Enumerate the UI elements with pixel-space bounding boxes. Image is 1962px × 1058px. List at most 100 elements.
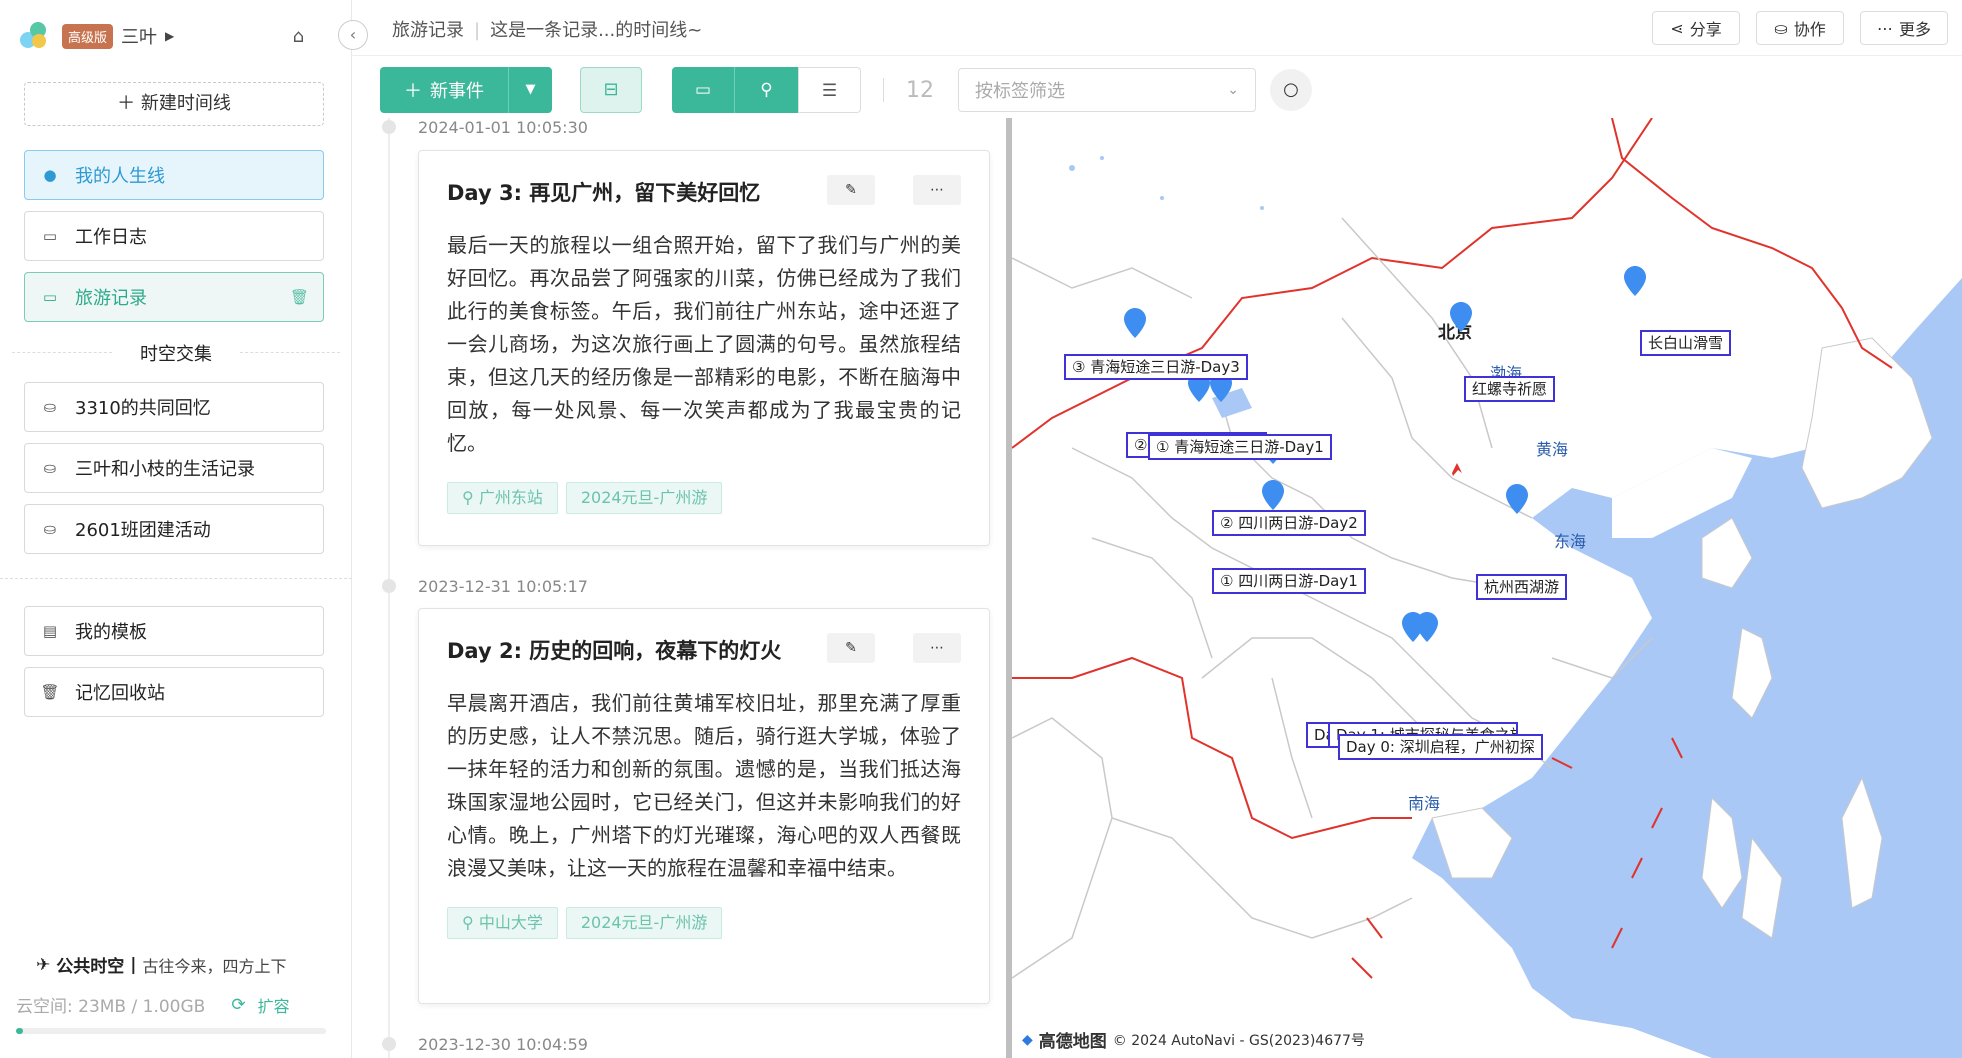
refresh-icon[interactable]: ⟳ bbox=[231, 995, 245, 1015]
group-icon: ⛀ bbox=[43, 398, 57, 416]
caret-right-icon[interactable]: ▶ bbox=[165, 29, 174, 43]
plus-icon: ＋ bbox=[404, 81, 422, 102]
map-marker-label[interactable]: ② 四川两日游-Day2 bbox=[1212, 510, 1366, 536]
plan-badge: 高级版 bbox=[62, 23, 114, 49]
sidebar-item-label: 旅游记录 bbox=[75, 288, 147, 309]
sidebar-item-label: 我的模板 bbox=[75, 622, 147, 643]
collab-button[interactable]: ⛀ 协作 bbox=[1756, 11, 1844, 45]
breadcrumb-root[interactable]: 旅游记录 bbox=[392, 20, 464, 41]
share-label: 分享 bbox=[1689, 20, 1722, 39]
map-copyright: © 2024 AutoNavi - GS(2023)4677号 bbox=[1112, 1032, 1365, 1049]
breadcrumb-desc: 这是一条记录...的时间线~ bbox=[490, 20, 703, 41]
app-logo bbox=[18, 20, 50, 52]
card-view-button[interactable]: ▭ bbox=[672, 67, 735, 113]
event-more-button[interactable]: ⋯ bbox=[913, 633, 961, 663]
user-name[interactable]: 三叶 bbox=[121, 23, 157, 49]
search-icon: ○ bbox=[1283, 79, 1299, 100]
map-pin-icon[interactable] bbox=[1624, 266, 1646, 296]
sidebar-item-travel[interactable]: ▭ 旅游记录 🗑 bbox=[24, 272, 324, 322]
event-title: Day 3: 再见广州，留下美好回忆 bbox=[447, 181, 761, 205]
storage-info: 云空间: 23MB / 1.00GB ⟳ 扩容 bbox=[16, 992, 316, 1018]
map-marker-label[interactable]: 杭州西湖游 bbox=[1476, 574, 1568, 600]
more-button[interactable]: ⋯ 更多 bbox=[1860, 11, 1948, 45]
new-event-label: 新事件 bbox=[430, 81, 484, 102]
location-icon: ⚲ bbox=[462, 488, 479, 507]
location-tag-label: 广州东站 bbox=[478, 488, 543, 507]
book-icon: ▭ bbox=[42, 227, 58, 245]
event-more-button[interactable]: ⋯ bbox=[913, 175, 961, 205]
edit-button[interactable]: ✎ bbox=[827, 633, 875, 663]
new-event-button[interactable]: ＋ 新事件 bbox=[380, 67, 508, 113]
sidebar-item-recycle[interactable]: 🗑 记忆回收站 bbox=[24, 667, 324, 717]
event-card[interactable]: Day 2: 历史的回响，夜幕下的灯火 ✎ ⋯ 早晨离开酒店，我们前往黄埔军校旧… bbox=[418, 608, 990, 1004]
map-marker-label[interactable]: 长白山滑雪 bbox=[1640, 330, 1732, 356]
event-tag[interactable]: 2024元旦-广州游 bbox=[565, 907, 723, 939]
event-tags: ⚲ 中山大学 2024元旦-广州游 bbox=[447, 907, 961, 939]
map-view[interactable]: 渤海 黄海 东海 南海 北京 ③ 青海短途三日游-Day3 ② ① 青海短途三日… bbox=[1006, 118, 1962, 1058]
more-label: 更多 bbox=[1898, 20, 1931, 39]
search-button[interactable]: ○ bbox=[1270, 69, 1312, 111]
view-toggle-group: ▭ ⚲ ☰ bbox=[672, 67, 861, 113]
map-marker-label[interactable]: Day 0: 深圳启程，广州初探 bbox=[1338, 734, 1543, 760]
more-icon: ⋯ bbox=[1876, 18, 1893, 38]
new-timeline-button[interactable]: ＋ 新建时间线 bbox=[24, 82, 324, 126]
collapse-sidebar-button[interactable]: ‹ bbox=[338, 20, 368, 50]
paper-plane-icon: ✈ bbox=[36, 954, 51, 975]
tag-filter-select[interactable]: 按标签筛选 ⌄ bbox=[958, 68, 1256, 112]
book-icon: ▭ bbox=[42, 288, 58, 306]
inbox-icon[interactable]: ⌂ bbox=[293, 26, 304, 47]
sidebar-item-label: 3310的共同回忆 bbox=[75, 398, 211, 419]
map-brand: 高德地图 bbox=[1038, 1032, 1107, 1052]
chevron-down-icon: ⌄ bbox=[1227, 82, 1239, 98]
event-card[interactable]: Day 3: 再见广州，留下美好回忆 ✎ ⋯ 最后一天的旅程以一组合照开始，留下… bbox=[418, 150, 990, 546]
sidebar-header: 高级版 三叶 ▶ ⌂ bbox=[18, 16, 338, 56]
sidebar-item-work-log[interactable]: ▭ 工作日志 bbox=[24, 211, 324, 261]
sidebar-item-label: 2601班团建活动 bbox=[75, 520, 211, 541]
map-marker-label[interactable]: ① 青海短途三日游-Day1 bbox=[1148, 434, 1332, 460]
divider bbox=[0, 578, 352, 579]
share-button[interactable]: ⋖ 分享 bbox=[1652, 11, 1740, 45]
sidebar: 高级版 三叶 ▶ ⌂ ‹ ＋ 新建时间线 ● 我的人生线 ▭ 工作日志 ▭ 旅游… bbox=[0, 0, 368, 1058]
map-pin-icon[interactable] bbox=[1506, 484, 1528, 514]
location-tag[interactable]: ⚲ 中山大学 bbox=[447, 907, 558, 939]
edit-button[interactable]: ✎ bbox=[827, 175, 875, 205]
map-pin-icon[interactable] bbox=[1262, 480, 1284, 510]
group-icon: ⛀ bbox=[43, 520, 57, 538]
event-timestamp: 2023-12-30 10:04:59 bbox=[418, 1035, 588, 1054]
map-view-button[interactable]: ⚲ bbox=[735, 67, 798, 113]
event-feed: 2024-01-01 10:05:30 Day 3: 再见广州，留下美好回忆 ✎… bbox=[352, 118, 1006, 1058]
map-pin-icon[interactable] bbox=[1450, 302, 1472, 332]
map-marker-label[interactable]: 红螺寺祈愿 bbox=[1464, 376, 1556, 402]
event-tag[interactable]: 2024元旦-广州游 bbox=[565, 482, 723, 514]
timeline-dot bbox=[382, 579, 396, 593]
map-pin-icon[interactable] bbox=[1124, 308, 1146, 338]
sea-label: 南海 bbox=[1408, 794, 1441, 813]
sidebar-item-shared-2[interactable]: ⛀ 三叶和小枝的生活记录 bbox=[24, 443, 324, 493]
location-tag[interactable]: ⚲ 广州东站 bbox=[447, 482, 558, 514]
collab-label: 协作 bbox=[1793, 20, 1826, 39]
timeline-dot bbox=[382, 120, 396, 134]
storage-text: 云空间: 23MB / 1.00GB bbox=[16, 997, 206, 1017]
public-space-link[interactable]: ✈ 公共时空 | 古往今来，四方上下 bbox=[36, 952, 286, 978]
sidebar-item-my-life[interactable]: ● 我的人生线 bbox=[24, 150, 324, 200]
map-pin-icon[interactable] bbox=[1416, 612, 1438, 642]
new-event-dropdown[interactable]: ▼ bbox=[508, 67, 552, 113]
top-bar: 旅游记录 | 这是一条记录...的时间线~ ⋖ 分享 ⛀ 协作 ⋯ 更多 bbox=[352, 0, 1962, 56]
sidebar-item-label: 工作日志 bbox=[75, 227, 147, 248]
edit-icon: ✎ bbox=[845, 640, 857, 656]
sidebar-item-templates[interactable]: ▤ 我的模板 bbox=[24, 606, 324, 656]
trash-icon: 🗑 bbox=[40, 683, 60, 701]
storage-progress-bar bbox=[16, 1028, 326, 1034]
archive-view-button[interactable]: ⊟ bbox=[580, 67, 642, 113]
sidebar-item-shared-1[interactable]: ⛀ 3310的共同回忆 bbox=[24, 382, 324, 432]
toolbar-divider bbox=[883, 78, 884, 102]
event-title: Day 2: 历史的回响，夜幕下的灯火 bbox=[447, 639, 782, 663]
sidebar-item-shared-3[interactable]: ⛀ 2601班团建活动 bbox=[24, 504, 324, 554]
delete-icon[interactable]: 🗑 bbox=[290, 288, 309, 306]
public-title: 公共时空 bbox=[56, 957, 125, 977]
event-body: 早晨离开酒店，我们前往黄埔军校旧址，那里充满了厚重的历史感，让人不禁沉思。随后，… bbox=[447, 691, 961, 880]
filter-settings-button[interactable]: ☰ bbox=[798, 67, 861, 113]
map-marker-label[interactable]: ① 四川两日游-Day1 bbox=[1212, 568, 1366, 594]
map-marker-label[interactable]: ③ 青海短途三日游-Day3 bbox=[1064, 354, 1248, 380]
expand-storage-link[interactable]: 扩容 bbox=[258, 993, 290, 1017]
